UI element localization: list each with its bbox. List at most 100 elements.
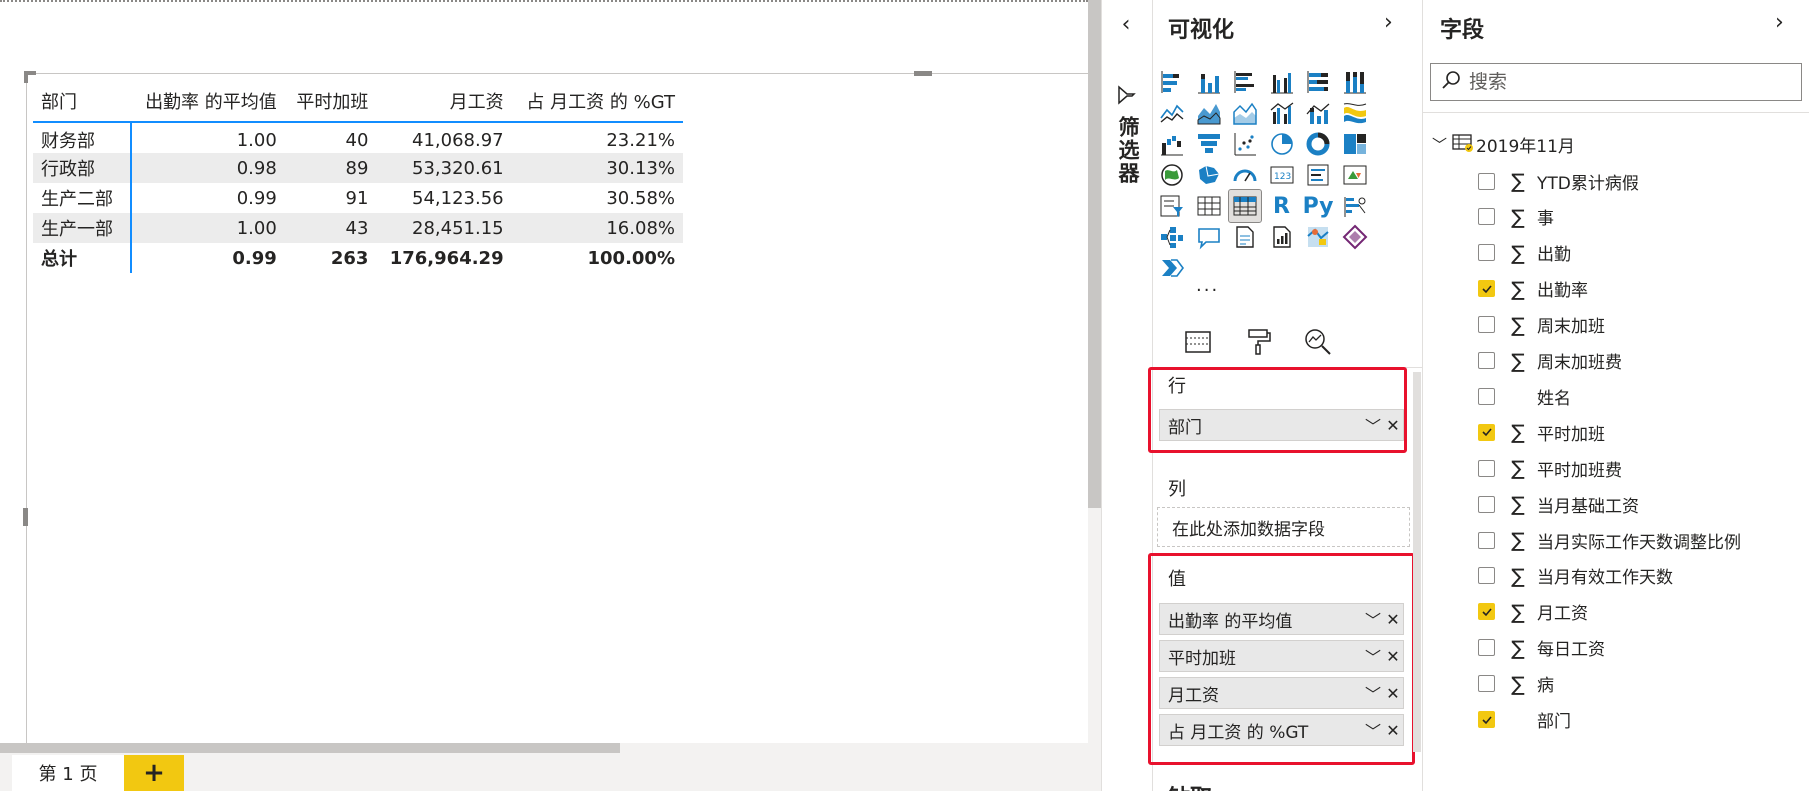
page-tab-1[interactable]: 第 1 页: [12, 755, 124, 791]
values-field-pill[interactable]: 平时加班 ﹀ ✕: [1159, 640, 1404, 672]
field-item[interactable]: ∑ 每日工资: [1478, 633, 1605, 663]
chevron-right-icon[interactable]: ›: [1384, 10, 1393, 35]
field-item[interactable]: 姓名: [1478, 381, 1571, 411]
field-checkbox[interactable]: [1478, 603, 1495, 621]
field-checkbox[interactable]: [1478, 531, 1495, 549]
field-checkbox[interactable]: [1478, 208, 1495, 226]
table-row[interactable]: 财务部 1.00 40 41,068.97 23.21%: [33, 122, 683, 153]
close-icon[interactable]: ✕: [1383, 642, 1403, 670]
field-item[interactable]: ∑ 平时加班费: [1478, 453, 1622, 483]
canvas-horizontal-scrollbar[interactable]: [0, 743, 620, 753]
smart-narrative-icon[interactable]: [1229, 221, 1261, 253]
waterfall-chart-icon[interactable]: [1156, 128, 1188, 160]
field-checkbox[interactable]: [1478, 387, 1495, 405]
chevron-down-icon[interactable]: ﹀: [1363, 716, 1383, 744]
values-field-pill[interactable]: 出勤率 的平均值 ﹀ ✕: [1159, 603, 1404, 635]
field-item[interactable]: ∑ 当月基础工资: [1478, 489, 1639, 519]
table-row[interactable]: 生产二部 0.99 91 54,123.56 30.58%: [33, 183, 683, 213]
paginated-report-icon[interactable]: [1266, 221, 1298, 253]
column-header-overtime[interactable]: 平时加班: [284, 80, 377, 123]
field-checkbox[interactable]: [1478, 459, 1495, 477]
qa-icon[interactable]: [1193, 221, 1225, 253]
field-checkbox[interactable]: [1478, 316, 1495, 334]
more-visuals-button[interactable]: ···: [1196, 280, 1219, 301]
column-header-dept[interactable]: 部门: [33, 80, 131, 123]
chevron-down-icon[interactable]: ﹀: [1363, 605, 1383, 633]
area-chart-icon[interactable]: [1193, 97, 1225, 129]
gauge-icon[interactable]: [1229, 159, 1261, 191]
fields-tab-icon[interactable]: [1180, 324, 1216, 360]
fields-search-box[interactable]: [1430, 63, 1802, 101]
resize-handle-top-middle[interactable]: [914, 71, 932, 76]
matrix-visual[interactable]: 部门 出勤率 的平均值 平时加班 月工资 占 月工资 的 %GT 财务部 1.0…: [33, 80, 683, 273]
field-item[interactable]: ∑ 当月有效工作天数: [1478, 561, 1673, 591]
column-header-attendance[interactable]: 出勤率 的平均值: [131, 80, 285, 123]
table-row[interactable]: 行政部 0.98 89 53,320.61 30.13%: [33, 153, 683, 183]
columns-drop-zone[interactable]: 在此处添加数据字段: [1157, 507, 1410, 547]
format-paint-roller-icon[interactable]: [1240, 324, 1276, 360]
pie-chart-icon[interactable]: [1266, 128, 1298, 160]
column-header-salary[interactable]: 月工资: [376, 80, 512, 123]
map-icon[interactable]: [1156, 159, 1188, 191]
field-item[interactable]: 部门: [1478, 705, 1571, 735]
close-icon[interactable]: ✕: [1383, 605, 1403, 633]
line-chart-icon[interactable]: [1156, 97, 1188, 129]
stacked-area-chart-icon[interactable]: [1229, 97, 1261, 129]
chevron-down-icon[interactable]: ﹀: [1363, 411, 1383, 439]
add-page-button[interactable]: +: [124, 755, 184, 791]
field-checkbox[interactable]: [1478, 567, 1495, 585]
field-checkbox[interactable]: [1478, 711, 1495, 728]
table-node-2019-11[interactable]: ﹀ 2019年11月: [1432, 131, 1575, 157]
close-icon[interactable]: ✕: [1383, 716, 1403, 744]
field-item[interactable]: ∑ 周末加班费: [1478, 346, 1622, 376]
decomposition-tree-icon[interactable]: [1156, 221, 1188, 253]
canvas-vertical-scrollbar[interactable]: [1088, 0, 1101, 508]
field-item[interactable]: ∑ 事: [1478, 202, 1554, 232]
collapse-pane-icon[interactable]: ‹: [1114, 10, 1138, 40]
matrix-icon[interactable]: [1228, 189, 1262, 223]
treemap-icon[interactable]: [1339, 128, 1371, 160]
filter-pane-label[interactable]: 筛选器: [1109, 116, 1143, 185]
python-visual-icon[interactable]: Py: [1302, 190, 1334, 222]
field-item[interactable]: ∑ 病: [1478, 669, 1554, 699]
field-checkbox[interactable]: [1478, 244, 1495, 262]
total-row[interactable]: 总计 0.99 263 176,964.29 100.00%: [33, 243, 683, 273]
resize-handle-top-left-vertical[interactable]: [24, 71, 28, 83]
field-item[interactable]: ∑ 平时加班: [1478, 417, 1605, 447]
close-icon[interactable]: ✕: [1383, 679, 1403, 707]
multi-row-card-icon[interactable]: [1302, 159, 1334, 191]
filled-map-icon[interactable]: [1193, 159, 1225, 191]
field-checkbox[interactable]: [1478, 352, 1495, 369]
field-checkbox[interactable]: [1478, 172, 1495, 190]
ribbon-chart-icon[interactable]: [1339, 97, 1371, 129]
power-automate-icon[interactable]: [1156, 252, 1188, 284]
stacked-column-chart-icon[interactable]: [1193, 66, 1225, 98]
field-item[interactable]: ∑ 当月实际工作天数调整比例: [1478, 525, 1741, 555]
values-field-pill[interactable]: 占 月工资 的 %GT ﹀ ✕: [1159, 714, 1404, 746]
field-checkbox[interactable]: [1478, 639, 1495, 657]
card-icon[interactable]: 123: [1266, 159, 1298, 191]
100-stacked-bar-chart-icon[interactable]: [1302, 66, 1334, 98]
table-icon[interactable]: [1193, 190, 1225, 222]
arcgis-map-icon[interactable]: [1302, 221, 1334, 253]
100-stacked-column-chart-icon[interactable]: [1339, 66, 1371, 98]
viz-pane-scrollbar[interactable]: [1413, 372, 1421, 752]
field-item[interactable]: ∑ 出勤率: [1478, 274, 1588, 304]
values-field-pill[interactable]: 月工资 ﹀ ✕: [1159, 677, 1404, 709]
donut-chart-icon[interactable]: [1302, 128, 1334, 160]
chevron-down-icon[interactable]: ﹀: [1363, 679, 1383, 707]
column-header-salary-pct[interactable]: 占 月工资 的 %GT: [511, 80, 683, 123]
clustered-bar-chart-icon[interactable]: [1229, 66, 1261, 98]
resize-handle-middle-left[interactable]: [23, 508, 28, 526]
line-stacked-column-chart-icon[interactable]: [1302, 97, 1334, 129]
stacked-bar-chart-icon[interactable]: [1156, 66, 1188, 98]
field-checkbox[interactable]: [1478, 280, 1495, 298]
field-checkbox[interactable]: [1478, 423, 1495, 441]
close-icon[interactable]: ✕: [1383, 411, 1403, 439]
field-checkbox[interactable]: [1478, 675, 1495, 693]
scatter-chart-icon[interactable]: [1229, 128, 1261, 160]
field-item[interactable]: ∑ YTD累计病假: [1478, 166, 1639, 196]
table-row[interactable]: 生产一部 1.00 43 28,451.15 16.08%: [33, 213, 683, 243]
slicer-icon[interactable]: [1156, 190, 1188, 222]
funnel-chart-icon[interactable]: [1193, 128, 1225, 160]
